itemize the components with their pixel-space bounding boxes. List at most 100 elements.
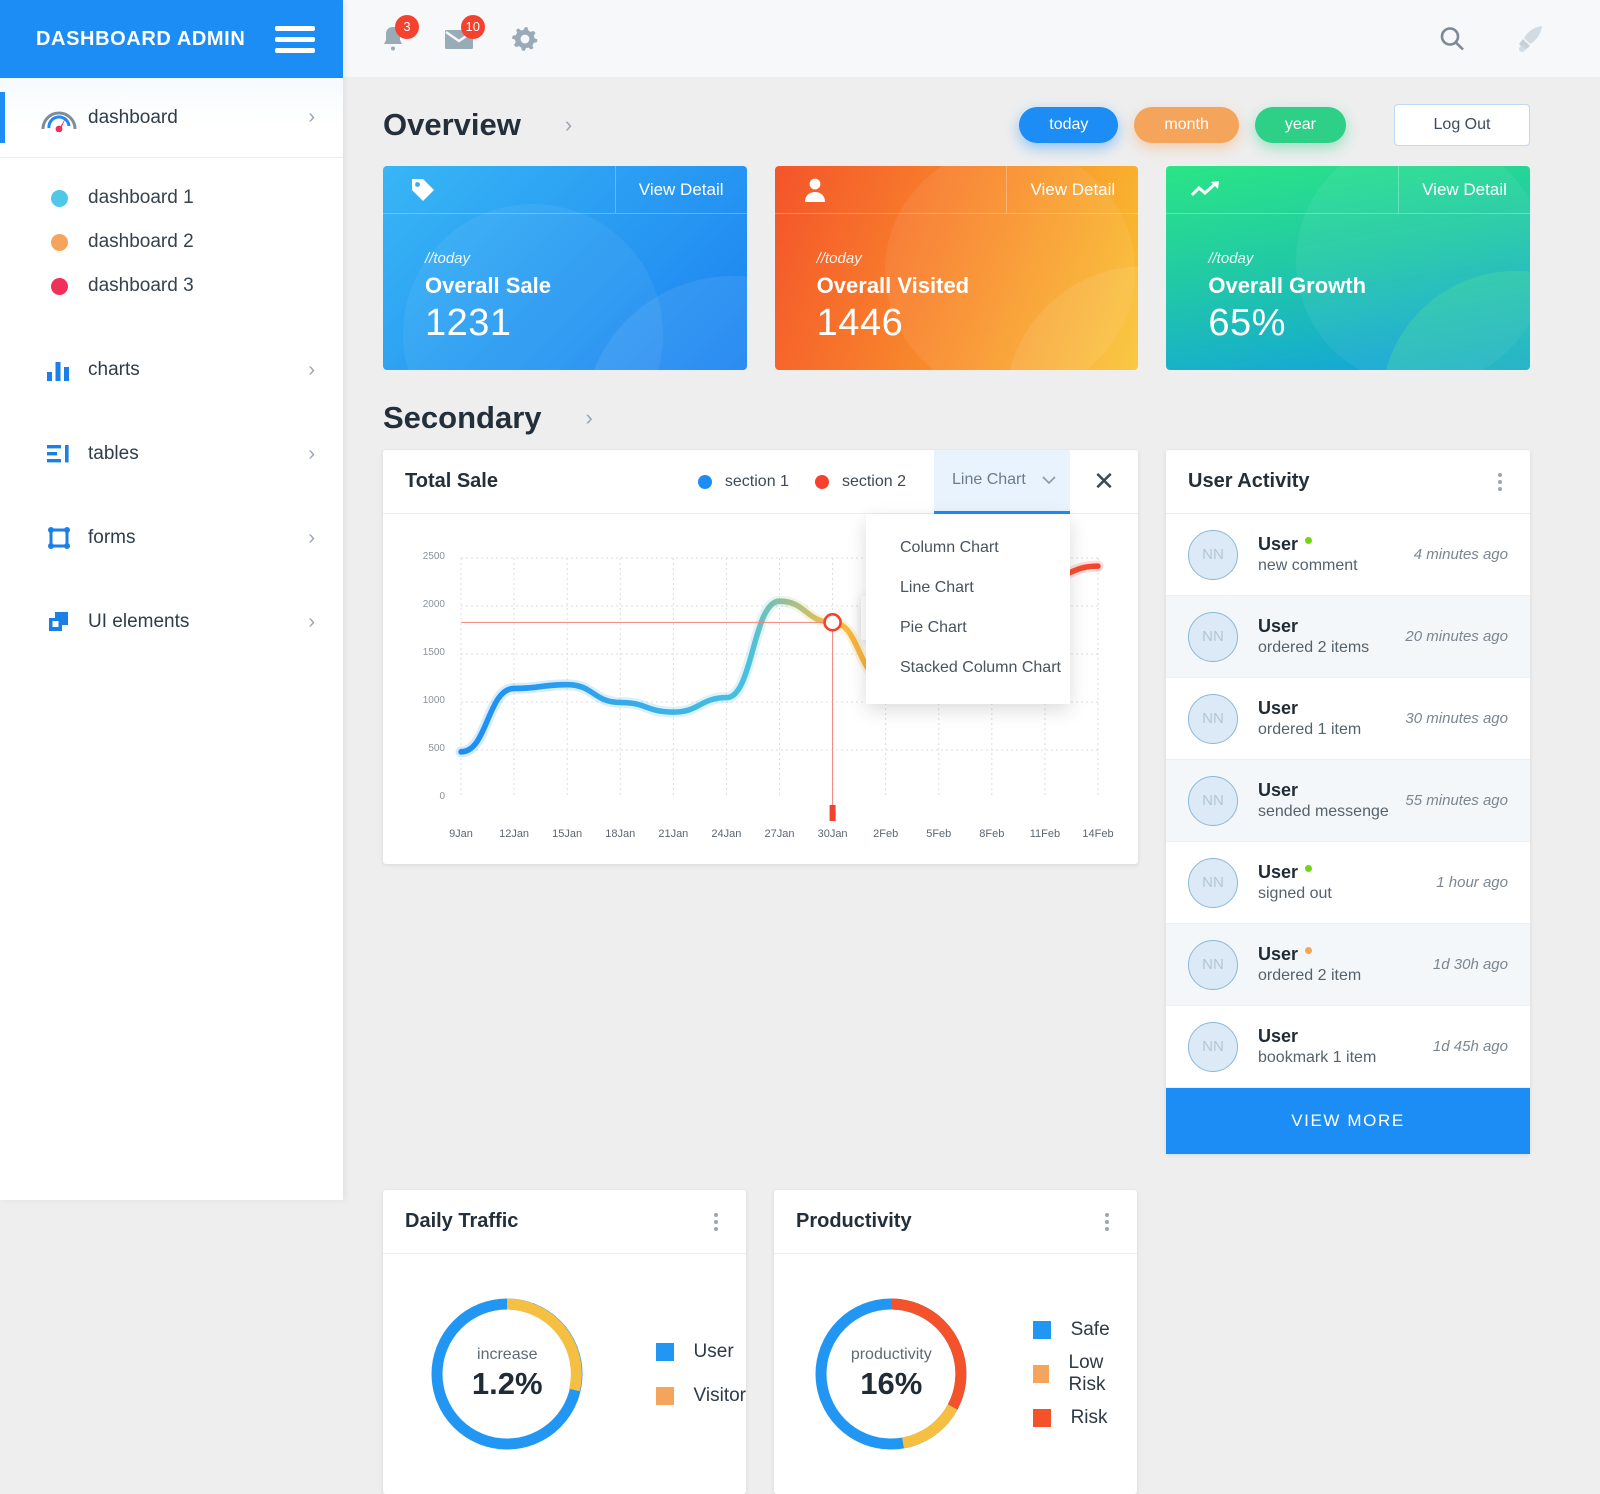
x-axis-tick: 14Feb [1082, 828, 1114, 840]
trend-up-icon [1166, 166, 1246, 213]
legend-item-risk[interactable]: Risk [1032, 1396, 1137, 1440]
x-axis-tick: 30Jan [817, 828, 848, 840]
activity-text: User new comment [1258, 534, 1414, 575]
y-axis-tick: 0 [439, 791, 445, 802]
avatar: NN [1188, 693, 1238, 744]
stat-card-overall-growth[interactable]: View Detail //today Overall Growth 65% [1166, 166, 1531, 370]
activity-text: User ordered 1 item [1258, 698, 1405, 739]
hamburger-icon[interactable] [275, 25, 315, 53]
search-button[interactable] [1432, 19, 1472, 59]
user-activity-row[interactable]: NN User ordered 2 items 20 minutes ago [1166, 596, 1530, 678]
filter-today-button[interactable]: today [1019, 107, 1119, 143]
dropdown-item-line-chart[interactable]: Line Chart [866, 568, 1070, 608]
legend-swatch [1032, 1409, 1051, 1427]
dropdown-item-column-chart[interactable]: Column Chart [866, 528, 1070, 568]
settings-button[interactable] [505, 19, 545, 59]
filter-year-button[interactable]: year [1254, 107, 1346, 143]
daily-traffic-panel: Daily Traffic increase 1.2% User Visitor [383, 1190, 746, 1494]
view-detail-button[interactable]: View Detail [614, 166, 747, 213]
legend-item-low-risk[interactable]: Low Risk [1032, 1352, 1137, 1396]
activity-user-name: User [1258, 780, 1299, 800]
activity-text: User signed out [1258, 862, 1436, 903]
user-activity-row[interactable]: NN User ordered 1 item 30 minutes ago [1166, 678, 1530, 760]
dropdown-item-stacked-column-chart[interactable]: Stacked Column Chart [866, 648, 1070, 688]
sidebar-sublist: dashboard 1 dashboard 2 dashboard 3 [0, 158, 343, 328]
filter-month-button[interactable]: month [1134, 107, 1239, 143]
close-icon[interactable]: ✕ [1070, 450, 1138, 514]
chevron-right-icon: › [564, 112, 573, 137]
x-axis-tick: 21Jan [658, 828, 689, 840]
sidebar-item-dashboard-3[interactable]: dashboard 3 [0, 264, 343, 308]
user-activity-row[interactable]: NN User bookmark 1 item 1d 45h ago [1166, 1006, 1530, 1088]
activity-time: 1d 30h ago [1432, 956, 1508, 973]
sidebar-subitem-label: dashboard 2 [88, 231, 194, 252]
sidebar: DASHBOARD ADMIN dashboard › dashboard 1 … [0, 0, 343, 1200]
sidebar-item-tables[interactable]: tables › [0, 412, 343, 496]
avatar: NN [1188, 1021, 1238, 1072]
legend-swatch [655, 1387, 674, 1405]
more-options-icon[interactable] [1484, 472, 1516, 491]
activity-user-name: User [1258, 534, 1414, 555]
layers-icon [30, 610, 88, 634]
rocket-button[interactable] [1510, 19, 1550, 59]
sidebar-item-charts[interactable]: charts › [0, 328, 343, 412]
messages-button[interactable]: 10 [439, 14, 485, 59]
sidebar-item-dashboard[interactable]: dashboard › [0, 78, 343, 158]
productivity-body: productivity 16% Safe Low Risk Risk [774, 1254, 1137, 1494]
search-icon [1440, 26, 1464, 50]
notifications-button[interactable]: 3 [373, 14, 419, 59]
daily-traffic-body: increase 1.2% User Visitor [383, 1254, 746, 1494]
legend-item-user[interactable]: User [655, 1330, 746, 1374]
legend-label: section 1 [724, 472, 789, 490]
activity-action: ordered 1 item [1258, 721, 1362, 738]
legend-item-visitor[interactable]: Visitor [655, 1374, 746, 1418]
status-dot [1305, 946, 1313, 954]
sidebar-item-label: tables [88, 443, 139, 464]
brand-title: DASHBOARD ADMIN [36, 27, 246, 50]
stat-card-overall-visited[interactable]: View Detail //today Overall Visited 1446 [774, 166, 1139, 370]
donut-value: 1.2% [471, 1366, 543, 1401]
legend-item-safe[interactable]: Safe [1032, 1308, 1137, 1352]
legend-section-1[interactable]: section 1 [697, 472, 789, 491]
more-options-icon[interactable] [700, 1212, 732, 1231]
user-activity-row[interactable]: NN User sended messenge 55 minutes ago [1166, 760, 1530, 842]
sidebar-subitem-label: dashboard 3 [88, 275, 194, 296]
secondary-header: Secondary › [343, 370, 1600, 450]
sidebar-item-ui-elements[interactable]: UI elements › [0, 580, 343, 664]
activity-action: sended messenge [1258, 803, 1389, 820]
panel-title: Productivity [796, 1210, 912, 1232]
bar-chart-icon [30, 358, 88, 382]
x-axis-tick: 9Jan [449, 828, 473, 840]
view-detail-button[interactable]: View Detail [1006, 166, 1138, 213]
chart-type-select[interactable]: Line Chart [934, 449, 1070, 514]
gauge-icon [30, 104, 88, 132]
panels-row: Total Sale section 1 section 2 Line Char… [343, 449, 1600, 1154]
activity-time: 55 minutes ago [1405, 792, 1508, 809]
sidebar-item-dashboard-2[interactable]: dashboard 2 [0, 220, 343, 264]
panel-title: User Activity [1188, 470, 1310, 492]
card-label: Overall Sale [425, 273, 551, 298]
dropdown-item-pie-chart[interactable]: Pie Chart [866, 608, 1070, 648]
user-activity-list: NN User new comment 4 minutes ago NN User orde… [1166, 514, 1530, 1088]
card-period: //today [425, 250, 471, 267]
main-content: Overview › today month year Log Out View… [343, 78, 1600, 1494]
avatar: NN [1188, 857, 1238, 908]
legend-section-2[interactable]: section 2 [814, 473, 906, 491]
view-more-button[interactable]: VIEW MORE [1166, 1088, 1530, 1154]
activity-time: 4 minutes ago [1413, 546, 1508, 563]
user-activity-row[interactable]: NN User signed out 1 hour ago [1166, 842, 1530, 924]
user-activity-row[interactable]: NN User ordered 2 item 1d 30h ago [1166, 924, 1530, 1006]
donut-row: Daily Traffic increase 1.2% User Visitor… [343, 1154, 1600, 1494]
view-detail-button[interactable]: View Detail [1398, 166, 1530, 213]
user-activity-row[interactable]: NN User new comment 4 minutes ago [1166, 514, 1530, 596]
sidebar-item-forms[interactable]: forms › [0, 496, 343, 580]
more-options-icon[interactable] [1091, 1212, 1123, 1231]
logout-button[interactable]: Log Out [1394, 104, 1530, 146]
notifications-badge: 3 [395, 14, 419, 39]
topbar-left-icons: 3 10 [343, 14, 545, 59]
topbar-right-icons [1432, 19, 1600, 59]
chevron-right-icon: › [308, 358, 315, 381]
sidebar-item-dashboard-1[interactable]: dashboard 1 [0, 176, 343, 220]
productivity-donut: productivity 16% [796, 1294, 987, 1454]
stat-card-overall-sale[interactable]: View Detail //today Overall Sale 1231 [383, 166, 747, 370]
